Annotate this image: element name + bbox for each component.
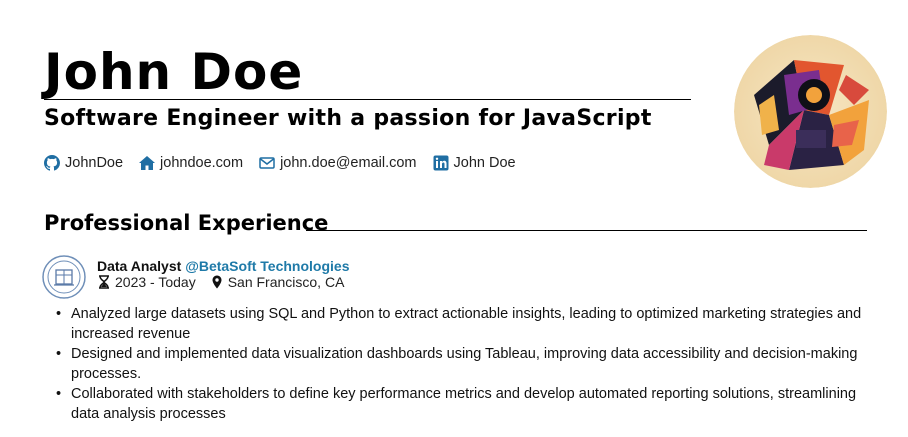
home-icon bbox=[139, 156, 156, 170]
linkedin-icon bbox=[433, 155, 449, 171]
job-meta: 2023 - Today San Francisco, CA bbox=[97, 274, 344, 290]
contact-bar: JohnDoe johndoe.com john.doe@email.com J… bbox=[44, 155, 516, 171]
role-name: Data Analyst bbox=[97, 258, 182, 274]
contact-email[interactable]: john.doe@email.com bbox=[259, 155, 417, 171]
company-link[interactable]: @BetaSoft Technologies bbox=[185, 258, 349, 274]
list-item: Analyzed large datasets using SQL and Py… bbox=[52, 305, 872, 344]
name-heading: John Doe bbox=[44, 43, 304, 101]
hourglass-icon bbox=[99, 275, 109, 289]
name-divider bbox=[44, 99, 691, 100]
location-text: San Francisco, CA bbox=[227, 274, 345, 290]
university-seal-logo bbox=[42, 255, 86, 299]
github-icon bbox=[44, 155, 60, 171]
section-divider bbox=[306, 230, 867, 231]
responsibility-list: Analyzed large datasets using SQL and Py… bbox=[52, 305, 872, 425]
list-item: Collaborated with stakeholders to define… bbox=[52, 385, 872, 424]
map-pin-icon bbox=[212, 275, 222, 289]
avatar bbox=[734, 35, 887, 188]
contact-github[interactable]: JohnDoe bbox=[44, 155, 123, 171]
job-location: San Francisco, CA bbox=[210, 274, 345, 290]
job-title: Data Analyst @BetaSoft Technologies bbox=[97, 258, 349, 274]
section-title-experience: Professional Experience bbox=[44, 211, 329, 235]
email-link: john.doe@email.com bbox=[280, 155, 417, 171]
website-link: johndoe.com bbox=[160, 155, 244, 171]
github-username: JohnDoe bbox=[65, 155, 124, 171]
tagline: Software Engineer with a passion for Jav… bbox=[44, 106, 652, 131]
contact-website[interactable]: johndoe.com bbox=[139, 155, 243, 171]
linkedin-name: John Doe bbox=[453, 155, 516, 171]
date-range: 2023 - Today bbox=[115, 274, 196, 290]
contact-linkedin[interactable]: John Doe bbox=[433, 155, 516, 171]
envelope-icon bbox=[259, 157, 275, 169]
list-item: Designed and implemented data visualizat… bbox=[52, 345, 872, 384]
job-dates: 2023 - Today bbox=[97, 274, 196, 290]
